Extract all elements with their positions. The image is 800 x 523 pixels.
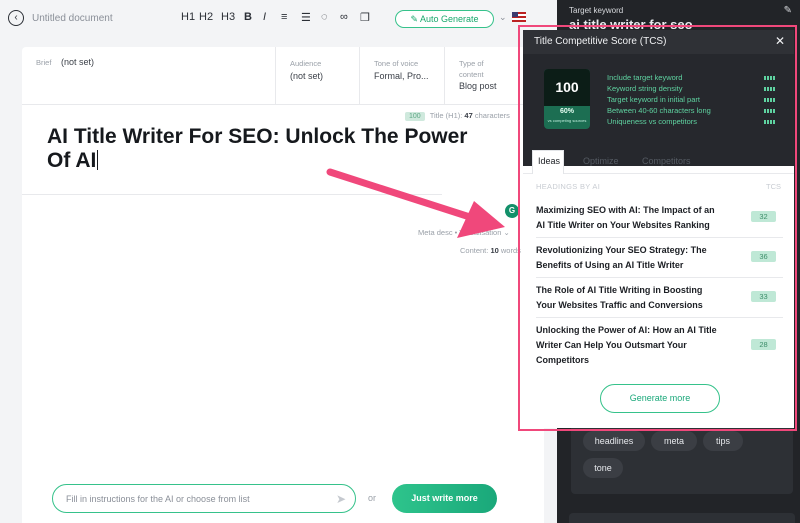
content-count-label: Content: [460,246,489,255]
h1-line2: Of AI [47,149,97,172]
content-word-count: Content: 10 words [460,246,521,255]
document-title[interactable]: Untitled document [32,13,113,24]
tone-of-voice-field[interactable]: Tone of voice Formal, Pro... [359,47,444,105]
chip-headlines[interactable]: headlines [583,431,645,451]
chip-tone[interactable]: tone [583,458,623,478]
pencil-icon: ✎ [410,14,418,24]
title-char-count: 100 Title (H1): 47 characters [405,111,510,121]
bullet-list-icon[interactable]: ☰ [301,11,311,24]
title-count-unit: characters [474,111,510,120]
meta-desc-label: Meta desc • Visualisation [418,228,502,237]
or-label: or [368,493,377,503]
send-icon[interactable]: ➤ [336,492,346,506]
chevron-down-icon[interactable]: ⌄ [499,12,507,23]
divider [22,194,442,195]
bold-button[interactable]: B [244,11,252,23]
h1-button[interactable]: H1 [181,11,195,23]
link-icon[interactable]: ∞ [340,11,348,23]
audience-field[interactable]: Audience (not set) [275,47,359,105]
grammarly-icon[interactable]: G [505,204,519,218]
just-write-more-button[interactable]: Just write more [392,484,497,513]
edit-icon[interactable]: ✎ [784,5,792,16]
italic-button[interactable]: I [263,11,266,23]
title-count-label: Title (H1): [429,111,463,120]
arrow-left-icon[interactable]: ‹ [8,10,24,26]
audience-label: Audience [290,59,322,68]
chip-meta[interactable]: meta [651,431,697,451]
target-keyword-label: Target keyword [569,6,624,15]
highlight-frame [518,25,797,431]
h1-line1: AI Title Writer For SEO: Unlock The Powe… [47,125,468,148]
tone-value: Formal, Pro... [374,71,429,81]
h2-button[interactable]: H2 [199,11,213,23]
auto-generate-button[interactable]: ✎ Auto Generate [395,10,494,28]
text-caret [97,150,99,170]
brief-label: Brief [36,58,52,67]
document-meta-row: Brief (not set) Audience (not set) Tone … [22,47,544,105]
comment-icon[interactable]: ◌ [321,11,328,23]
chevron-down-icon: ⌄ [503,228,510,237]
auto-generate-label: Auto Generate [420,14,479,24]
meta-desc-toggle[interactable]: Meta desc • Visualisation ⌄ [418,228,510,237]
h3-button[interactable]: H3 [221,11,235,23]
us-flag-icon[interactable] [512,12,526,22]
copy-icon[interactable]: ❐ [360,11,370,24]
brief-value[interactable]: (not set) [61,57,94,67]
title-count-value: 47 [464,111,473,120]
tone-label: Tone of voice [374,59,419,68]
chip-tips[interactable]: tips [703,431,743,451]
sidebar-bottom-card [569,513,795,523]
ai-instruction-placeholder: Fill in instructions for the AI or choos… [66,494,250,504]
numbered-list-icon[interactable]: ≡ [281,11,287,23]
title-score-badge: 100 [405,112,425,121]
top-toolbar: ‹ Untitled document H1 H2 H3 B I ≡ ☰ ◌ ∞… [0,0,560,38]
content-count-value: 10 [490,246,499,255]
ai-instruction-input[interactable]: Fill in instructions for the AI or choos… [52,484,356,513]
document-editor: Brief (not set) Audience (not set) Tone … [22,47,544,523]
audience-value: (not set) [290,71,324,81]
page-title-h1[interactable]: AI Title Writer For SEO: Unlock The Powe… [47,125,507,173]
